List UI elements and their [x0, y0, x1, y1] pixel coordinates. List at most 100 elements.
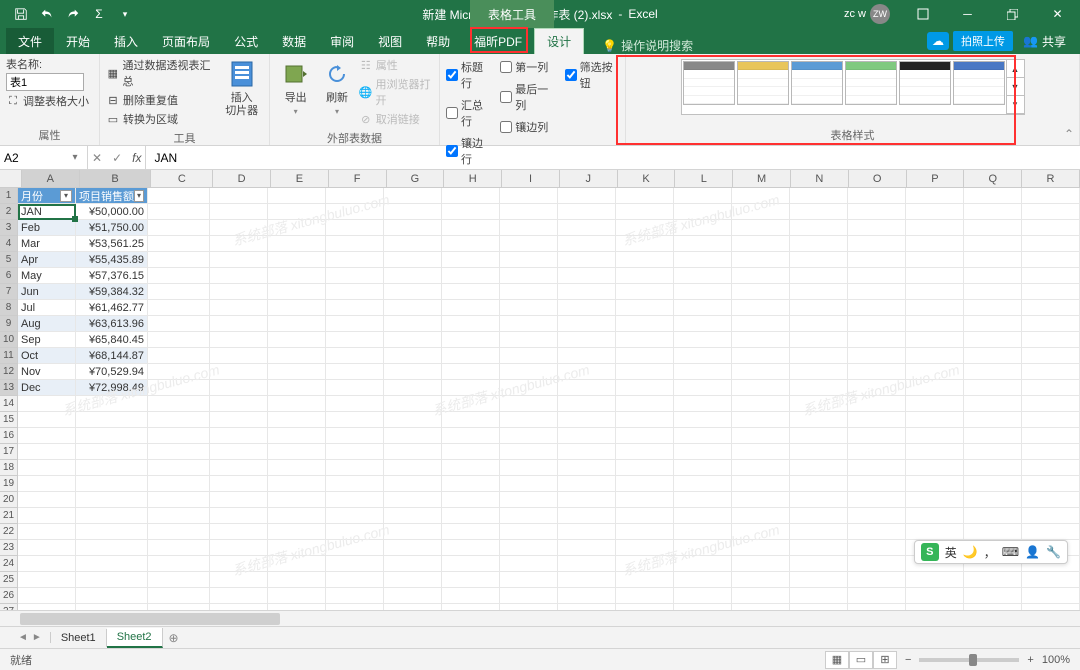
cell[interactable] [268, 220, 326, 236]
cell[interactable] [18, 588, 76, 604]
cell[interactable] [442, 412, 500, 428]
cell[interactable] [674, 492, 732, 508]
cell[interactable] [384, 236, 442, 252]
ime-user-icon[interactable]: 👤 [1025, 545, 1040, 559]
col-header[interactable]: J [560, 170, 618, 187]
cell[interactable] [964, 284, 1022, 300]
cell[interactable] [500, 508, 558, 524]
row-header[interactable]: 24 [0, 556, 17, 572]
page-break-view-icon[interactable]: ⊞ [873, 651, 897, 669]
cell[interactable] [790, 236, 848, 252]
cell[interactable] [210, 220, 268, 236]
cell[interactable] [76, 492, 148, 508]
cell[interactable] [732, 348, 790, 364]
cell[interactable] [674, 204, 732, 220]
cell[interactable] [790, 588, 848, 604]
cell[interactable] [1022, 572, 1080, 588]
cell[interactable] [148, 348, 210, 364]
col-header[interactable]: G [387, 170, 445, 187]
cell[interactable] [18, 492, 76, 508]
cell[interactable] [384, 428, 442, 444]
cell[interactable] [732, 524, 790, 540]
cell[interactable] [442, 236, 500, 252]
cell[interactable] [732, 444, 790, 460]
banded-rows-checkbox[interactable]: 镶边行 [446, 134, 490, 168]
name-box-input[interactable] [0, 151, 66, 165]
cell[interactable] [558, 572, 616, 588]
cell[interactable] [326, 332, 384, 348]
cell[interactable] [326, 284, 384, 300]
cell[interactable] [790, 444, 848, 460]
cell[interactable] [674, 428, 732, 444]
cell[interactable] [148, 412, 210, 428]
cell[interactable] [442, 316, 500, 332]
cell[interactable] [148, 460, 210, 476]
cell[interactable] [1022, 412, 1080, 428]
cell[interactable] [906, 588, 964, 604]
cell[interactable] [268, 236, 326, 252]
cell[interactable] [558, 252, 616, 268]
cell[interactable] [210, 524, 268, 540]
cell[interactable] [326, 412, 384, 428]
cell[interactable] [616, 524, 674, 540]
cell[interactable] [616, 284, 674, 300]
cell[interactable] [848, 460, 906, 476]
cell[interactable] [210, 460, 268, 476]
cell[interactable] [1022, 220, 1080, 236]
cell[interactable] [674, 572, 732, 588]
cell[interactable] [674, 364, 732, 380]
cell[interactable] [674, 460, 732, 476]
cell[interactable] [500, 556, 558, 572]
cell[interactable] [616, 492, 674, 508]
total-row-checkbox[interactable]: 汇总行 [446, 96, 490, 130]
cell[interactable] [326, 508, 384, 524]
cell[interactable] [964, 316, 1022, 332]
cell[interactable] [500, 524, 558, 540]
export-button[interactable]: 导出▾ [276, 56, 315, 116]
style-thumb[interactable] [845, 61, 897, 105]
cell[interactable] [500, 188, 558, 204]
cell[interactable] [732, 476, 790, 492]
tab-page-layout[interactable]: 页面布局 [150, 28, 222, 54]
remove-duplicates-button[interactable]: ⊟删除重复值 [106, 91, 218, 109]
row-header[interactable]: 9 [0, 316, 17, 332]
cell[interactable] [384, 284, 442, 300]
tab-home[interactable]: 开始 [54, 28, 102, 54]
cell[interactable] [76, 588, 148, 604]
cell[interactable] [964, 428, 1022, 444]
cell[interactable] [790, 204, 848, 220]
add-sheet-icon[interactable]: ⊕ [163, 631, 185, 645]
cell[interactable] [210, 396, 268, 412]
cell[interactable] [848, 492, 906, 508]
cell[interactable] [500, 364, 558, 380]
row-header[interactable]: 6 [0, 268, 17, 284]
cell[interactable]: ¥53,561.25 [76, 236, 148, 252]
cell[interactable] [210, 284, 268, 300]
cell[interactable] [442, 348, 500, 364]
row-header[interactable]: 14 [0, 396, 17, 412]
cell[interactable] [384, 300, 442, 316]
cell[interactable] [790, 316, 848, 332]
cell[interactable] [674, 444, 732, 460]
cell[interactable] [964, 476, 1022, 492]
cell[interactable] [790, 188, 848, 204]
table-name-input[interactable] [6, 73, 84, 91]
col-header[interactable]: F [329, 170, 387, 187]
cell[interactable] [268, 396, 326, 412]
cell[interactable] [148, 252, 210, 268]
cell[interactable]: ¥63,613.96 [76, 316, 148, 332]
cell[interactable] [326, 444, 384, 460]
undo-icon[interactable] [34, 2, 60, 26]
cell[interactable] [442, 364, 500, 380]
cell[interactable] [148, 300, 210, 316]
cell[interactable] [210, 572, 268, 588]
cell[interactable] [790, 572, 848, 588]
cell[interactable] [848, 572, 906, 588]
cell[interactable] [268, 540, 326, 556]
cell[interactable] [616, 540, 674, 556]
cell[interactable] [1022, 380, 1080, 396]
cell[interactable] [1022, 348, 1080, 364]
cell[interactable] [384, 460, 442, 476]
name-box-dropdown-icon[interactable]: ▾ [66, 152, 84, 163]
cell[interactable] [442, 524, 500, 540]
